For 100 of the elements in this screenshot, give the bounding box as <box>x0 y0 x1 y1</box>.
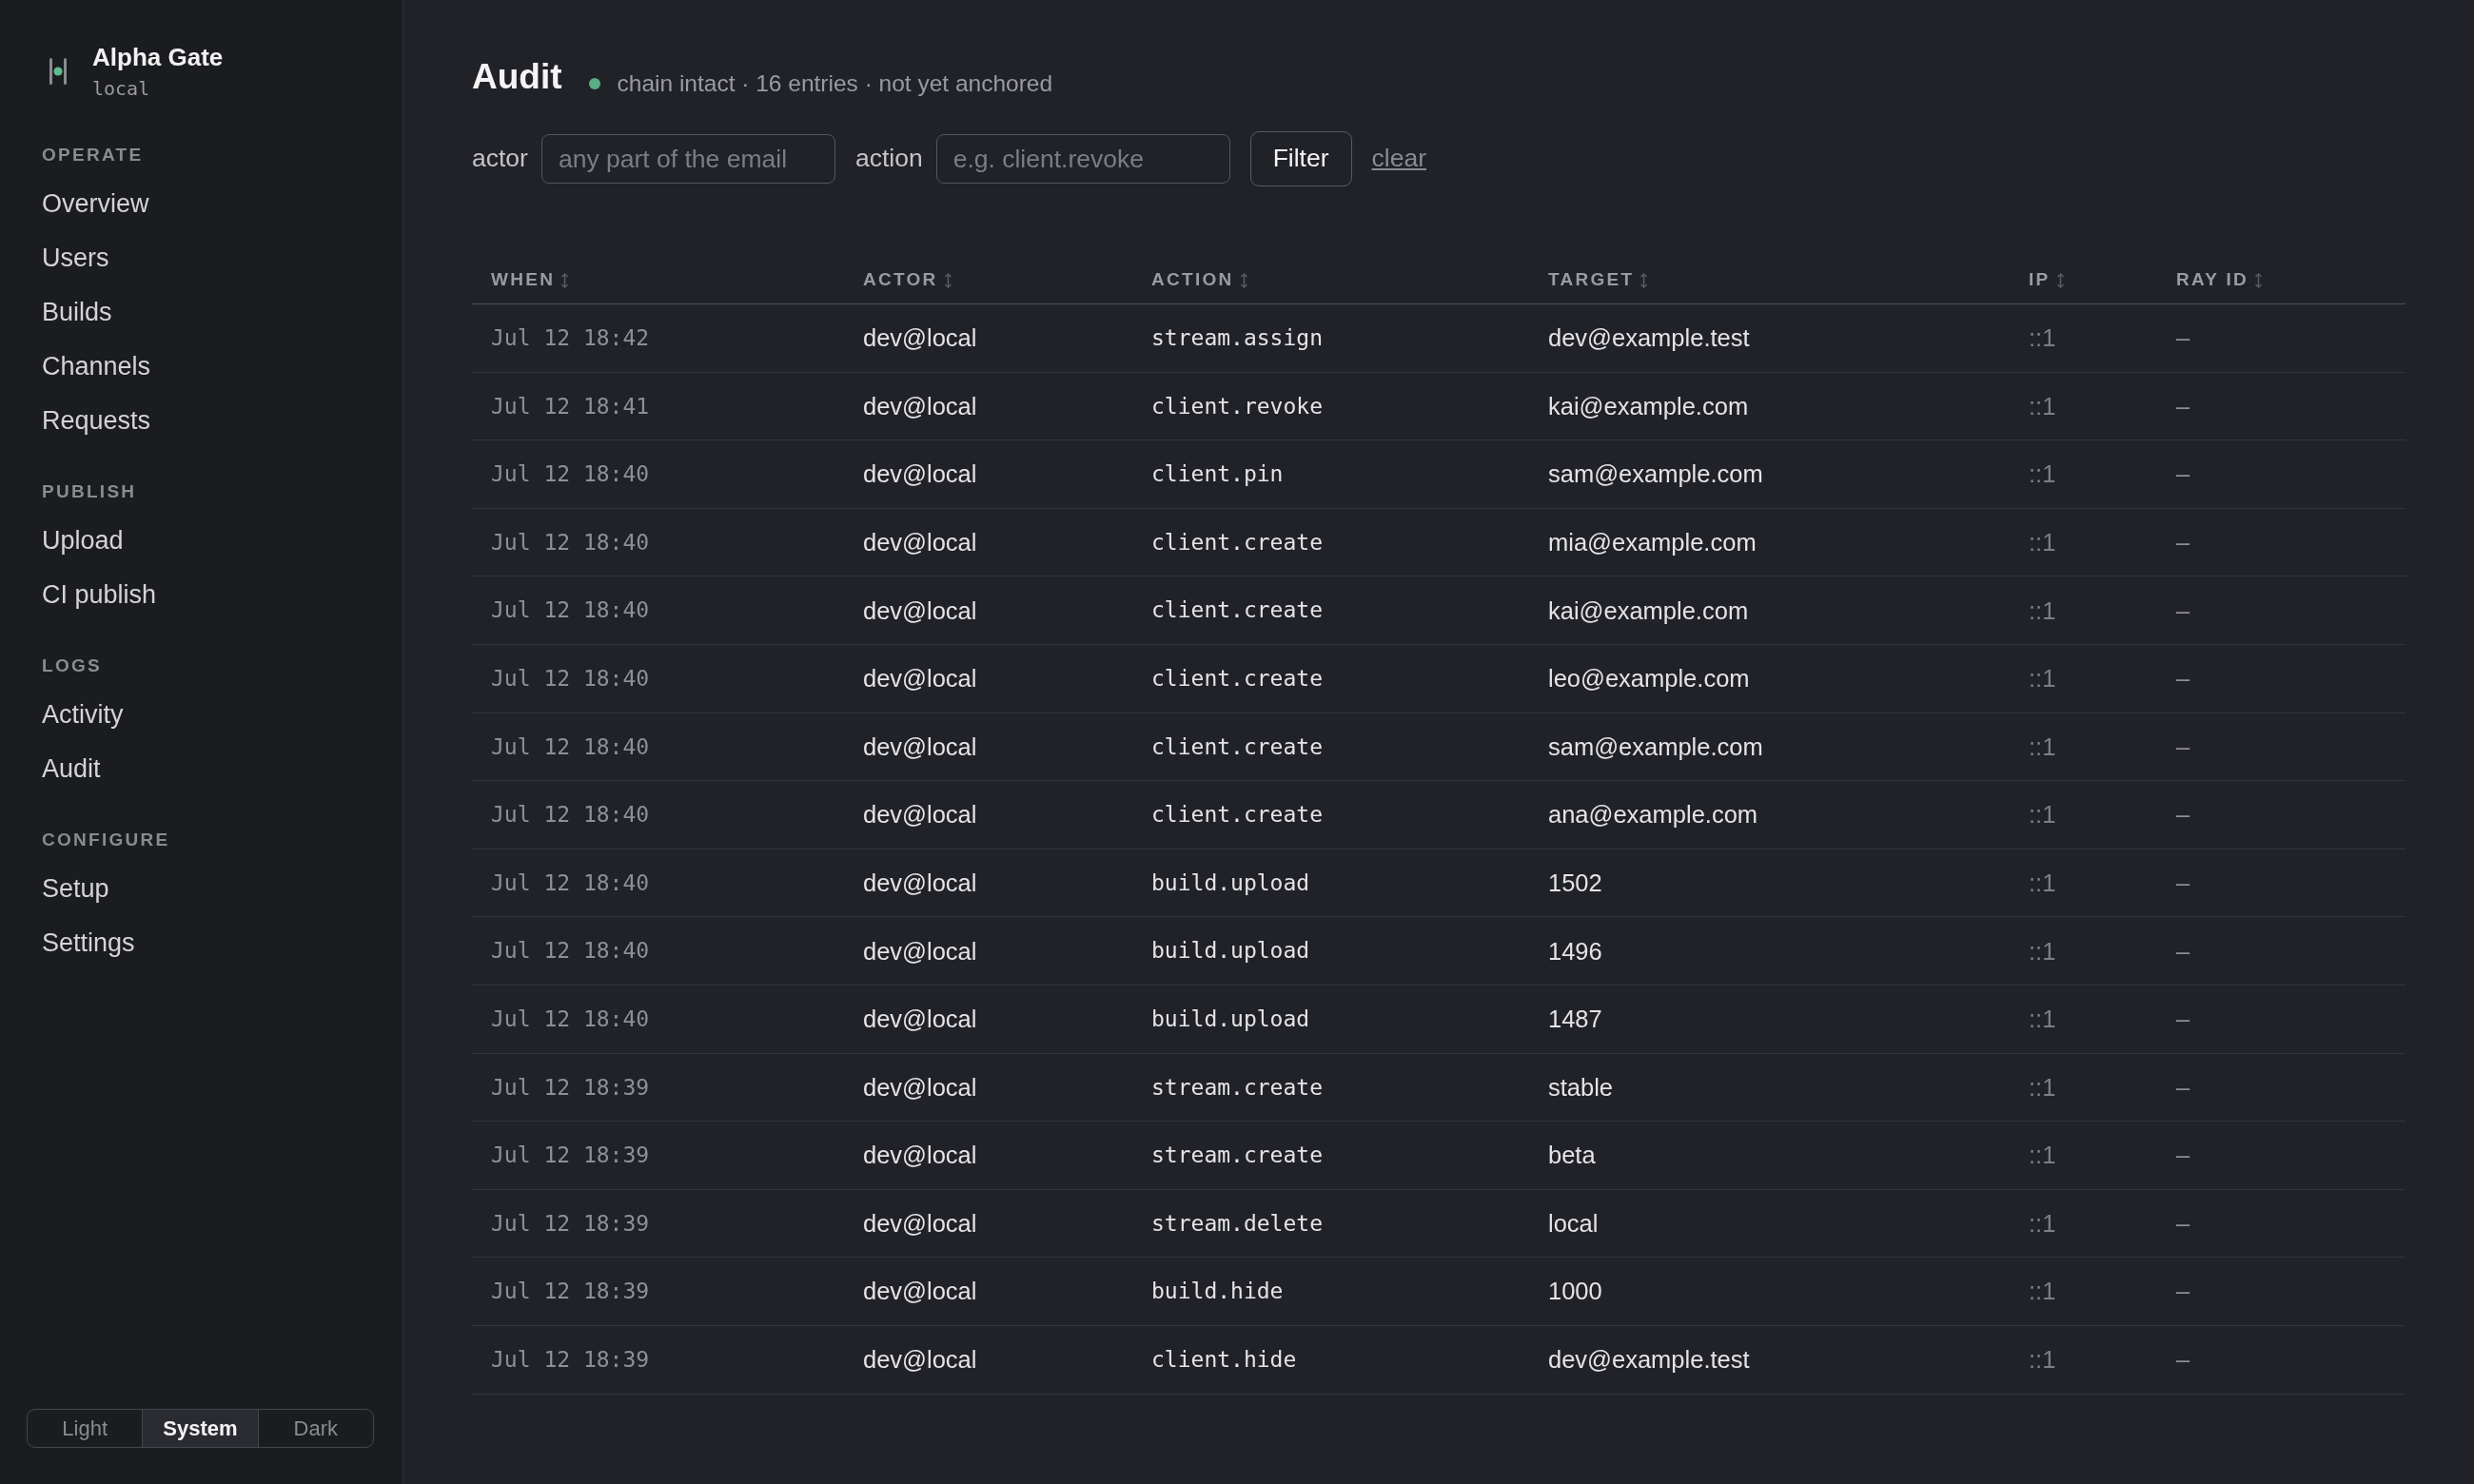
column-header[interactable]: ACTOR <box>863 266 952 294</box>
sort-icon <box>2254 272 2263 288</box>
table-cell-text: ::1 <box>2029 323 2056 354</box>
nav-link[interactable]: Settings <box>42 927 135 958</box>
table-cell-text: Jul 12 18:39 <box>491 1278 650 1306</box>
section-heading: PUBLISH <box>42 480 137 504</box>
table-cell-text: – <box>2176 1345 2190 1376</box>
column-header[interactable]: ACTION <box>1151 266 1248 294</box>
table-cell-text: ::1 <box>2029 800 2056 830</box>
table-cell-text: build.hide <box>1151 1278 1284 1306</box>
table-cell-text: client.create <box>1151 801 1323 830</box>
table-cell-text: kai@example.com <box>1548 391 1749 421</box>
table-cell-text: 1496 <box>1548 936 1602 967</box>
table-cell-text: 1502 <box>1548 868 1602 898</box>
table-cell-text: ana@example.com <box>1548 800 1758 830</box>
table-cell-text: dev@local <box>863 459 977 490</box>
nav-link[interactable]: Channels <box>42 350 151 381</box>
table-cell-text: – <box>2176 732 2190 762</box>
table-cell-text: dev@local <box>863 868 977 898</box>
table-cell-text: ::1 <box>2029 1005 2056 1035</box>
column-header[interactable]: TARGET <box>1548 266 1649 294</box>
clear-link[interactable]: clear <box>1371 140 1426 178</box>
table-cell-text: ::1 <box>2029 1208 2056 1239</box>
table-cell-text: Jul 12 18:40 <box>491 665 650 693</box>
table-cell-text: Jul 12 18:39 <box>491 1073 650 1102</box>
theme-option[interactable]: System <box>142 1410 258 1447</box>
environment-label: local <box>92 76 150 101</box>
table-cell-text: Jul 12 18:40 <box>491 937 650 966</box>
table-cell-text: local <box>1548 1208 1599 1239</box>
column-header[interactable]: RAY ID <box>2176 266 2263 294</box>
theme-option[interactable]: Light <box>28 1410 143 1447</box>
nav-link[interactable]: Activity <box>42 698 124 730</box>
table-cell-text: dev@example.test <box>1548 1345 1750 1376</box>
table-cell-text: dev@local <box>863 323 977 354</box>
table-cell-text: dev@example.test <box>1548 323 1750 354</box>
table-cell-text: stream.assign <box>1151 324 1323 353</box>
table-cell-text: – <box>2176 800 2190 830</box>
nav-link[interactable]: Users <box>42 242 109 273</box>
table-cell-text: ::1 <box>2029 1141 2056 1171</box>
table-cell-text: Jul 12 18:40 <box>491 596 650 625</box>
nav-link[interactable]: Setup <box>42 872 109 904</box>
nav-link[interactable]: Builds <box>42 296 112 327</box>
table-cell-text: client.pin <box>1151 460 1284 489</box>
table-cell-text: – <box>2176 936 2190 967</box>
table-cell-text: Jul 12 18:39 <box>491 1142 650 1170</box>
table-cell-text: ::1 <box>2029 868 2056 898</box>
table-cell-text: – <box>2176 459 2190 490</box>
table-cell-text: client.create <box>1151 665 1323 693</box>
table-cell-text: dev@local <box>863 1141 977 1171</box>
table-cell-text: kai@example.com <box>1548 596 1749 626</box>
table-cell-text: – <box>2176 868 2190 898</box>
nav-link[interactable]: Requests <box>42 404 151 436</box>
table-cell-text: sam@example.com <box>1548 459 1763 490</box>
table-cell-text: – <box>2176 596 2190 626</box>
filter-input[interactable]: any part of the email <box>540 134 835 184</box>
table-cell-text: ::1 <box>2029 664 2056 694</box>
table-cell-text: dev@local <box>863 596 977 626</box>
table-cell-text: client.create <box>1151 732 1323 761</box>
filter-input[interactable]: e.g. client.revoke <box>935 134 1230 184</box>
table-cell-text: ::1 <box>2029 391 2056 421</box>
sort-icon <box>2055 272 2065 288</box>
table-cell-text: ::1 <box>2029 596 2056 626</box>
table-cell-text: client.revoke <box>1151 392 1323 420</box>
sort-icon <box>560 272 570 288</box>
table-cell-text: Jul 12 18:40 <box>491 732 650 761</box>
table-cell-text: ::1 <box>2029 732 2056 762</box>
table-cell-text: ::1 <box>2029 459 2056 490</box>
table-cell-text: – <box>2176 1208 2190 1239</box>
table-cell-text: sam@example.com <box>1548 732 1763 762</box>
table-cell-text: Jul 12 18:39 <box>491 1209 650 1238</box>
table-cell-text: dev@local <box>863 1208 977 1239</box>
table-cell-text: stream.create <box>1151 1142 1323 1170</box>
table-cell-text: Jul 12 18:40 <box>491 460 650 489</box>
table-cell-text: Jul 12 18:40 <box>491 869 650 897</box>
table-cell-text: dev@local <box>863 1072 977 1103</box>
table-cell-text: – <box>2176 664 2190 694</box>
table-cell-text: stream.create <box>1151 1073 1323 1102</box>
sort-icon <box>1239 272 1248 288</box>
table-cell-text: Jul 12 18:42 <box>491 324 650 353</box>
table-cell-text: – <box>2176 527 2190 557</box>
field-label: action <box>854 143 923 175</box>
table-cell-text: ::1 <box>2029 527 2056 557</box>
logo-icon <box>49 58 67 85</box>
section-heading: CONFIGURE <box>42 829 170 852</box>
nav-link[interactable]: Audit <box>42 752 101 784</box>
table-cell-text: ::1 <box>2029 1072 2056 1103</box>
table-cell-text: dev@local <box>863 1277 977 1307</box>
column-header[interactable]: IP <box>2029 266 2065 294</box>
nav-link[interactable]: Upload <box>42 524 124 556</box>
table-cell-text: – <box>2176 1072 2190 1103</box>
table-cell-text: – <box>2176 1005 2190 1035</box>
theme-option[interactable]: Dark <box>257 1410 373 1447</box>
status-text: chain intact · 16 entries · not yet anchored <box>617 69 1053 98</box>
filter-button[interactable]: Filter <box>1249 131 1352 186</box>
nav-link[interactable]: CI publish <box>42 578 157 610</box>
table-cell-text: Jul 12 18:40 <box>491 1006 650 1033</box>
table-cell-text: – <box>2176 391 2190 421</box>
table-cell-text: dev@local <box>863 527 977 557</box>
nav-link[interactable]: Overview <box>42 187 149 219</box>
column-header[interactable]: WHEN <box>491 266 570 294</box>
